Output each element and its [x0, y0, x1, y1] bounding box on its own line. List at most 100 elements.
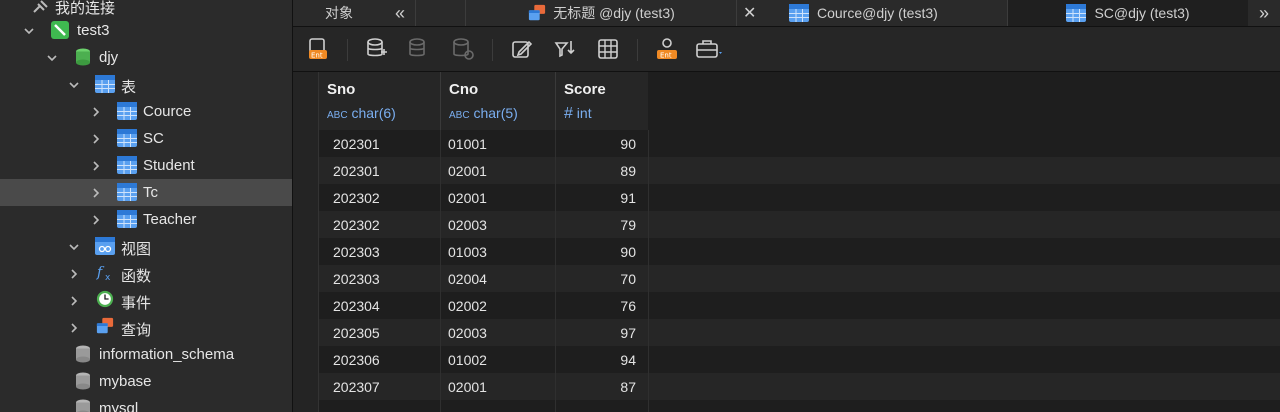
data-grid: Sno ABC char(6) Cno ABC char(5) Score # …: [293, 72, 1280, 412]
column-header-sno[interactable]: Sno ABC char(6): [319, 72, 441, 130]
chevron-right-icon[interactable]: [89, 159, 103, 173]
tree-item-functions[interactable]: fx 函数: [0, 260, 292, 287]
tree-item-database-mysql[interactable]: mysql: [0, 395, 292, 412]
table-cell-score[interactable]: 90: [556, 136, 636, 152]
table-cell-cno[interactable]: 02001: [448, 163, 487, 179]
table-row[interactable]: 202302 02003 79: [319, 211, 1280, 238]
chevron-right-icon[interactable]: [89, 186, 103, 200]
table-cell-sno[interactable]: 202301: [333, 136, 380, 152]
tree-item-table-tc[interactable]: Tc: [0, 179, 292, 206]
tab-scroll-back-button[interactable]: «: [385, 0, 415, 26]
tree-label: mybase: [99, 373, 152, 390]
tab-untitled-query[interactable]: 无标题 @djy (test3): [466, 0, 736, 26]
close-icon[interactable]: ✕: [743, 3, 756, 23]
column-type: ABC char(5): [449, 105, 518, 121]
chevron-right-icon[interactable]: [67, 294, 81, 308]
column-type-label: char(6): [351, 105, 396, 121]
table-cell-cno[interactable]: 02001: [448, 190, 487, 206]
table-row[interactable]: 202303 02004 70: [319, 265, 1280, 292]
tree-item-table-student[interactable]: Student: [0, 152, 292, 179]
table-cell-cno[interactable]: 02003: [448, 217, 487, 233]
tree-item-database-mybase[interactable]: mybase: [0, 368, 292, 395]
chevron-right-icon[interactable]: [89, 132, 103, 146]
table-cell-cno[interactable]: 02003: [448, 325, 487, 341]
table-cell-sno[interactable]: 202304: [333, 298, 380, 314]
database-green-icon: [76, 48, 90, 66]
column-header-score[interactable]: Score # int: [556, 72, 649, 130]
tree-item-table-teacher[interactable]: Teacher: [0, 206, 292, 233]
tree-item-views[interactable]: 视图: [0, 233, 292, 260]
table-cell-cno[interactable]: 02002: [448, 298, 487, 314]
tab-objects[interactable]: 对象: [293, 0, 385, 26]
chevron-right-icon[interactable]: [89, 105, 103, 119]
tree-item-connection-test3[interactable]: test3: [0, 17, 292, 44]
tree-item-database-djy[interactable]: djy: [0, 44, 292, 71]
table-row[interactable]: 202301 01001 90: [319, 130, 1280, 157]
db-refresh-icon[interactable]: [451, 37, 475, 61]
tree-label: SC: [143, 130, 164, 147]
table-cell-sno[interactable]: 202303: [333, 244, 380, 260]
table-cell-score[interactable]: 94: [556, 352, 636, 368]
grid-icon[interactable]: [596, 37, 620, 61]
table-cell-cno[interactable]: 01002: [448, 352, 487, 368]
table-cell-score[interactable]: 89: [556, 163, 636, 179]
table-cell-sno[interactable]: 202307: [333, 379, 380, 395]
table-row[interactable]: 202301 02001 89: [319, 157, 1280, 184]
table-cell-score[interactable]: 79: [556, 217, 636, 233]
tab-bar: 对象 « 无标题 @djy (test3) ✕ Cource@djy (test…: [293, 0, 1280, 27]
db-icon[interactable]: [365, 37, 389, 61]
tab-cource[interactable]: ✕ Cource@djy (test3): [737, 0, 1007, 26]
table-icon: [117, 102, 137, 120]
table-cell-sno[interactable]: 202302: [333, 217, 380, 233]
table-row[interactable]: 202303 01003 90: [319, 238, 1280, 265]
tree-label: Tc: [143, 184, 158, 201]
chevron-down-icon[interactable]: [45, 51, 59, 65]
filter-sort-icon[interactable]: [553, 37, 577, 61]
table-cell-score[interactable]: 76: [556, 298, 636, 314]
tree-item-table-cource[interactable]: Cource: [0, 98, 292, 125]
table-cell-score[interactable]: 90: [556, 244, 636, 260]
ent-icon[interactable]: Ent: [307, 37, 331, 61]
tree-item-database-information-schema[interactable]: information_schema: [0, 341, 292, 368]
table-cell-sno[interactable]: 202302: [333, 190, 380, 206]
table-icon: [1066, 4, 1087, 22]
table-cell-score[interactable]: 87: [556, 379, 636, 395]
table-cell-sno[interactable]: 202301: [333, 163, 380, 179]
column-header-cno[interactable]: Cno ABC char(5): [441, 72, 556, 130]
table-row[interactable]: 202305 02003 97: [319, 319, 1280, 346]
table-row[interactable]: 202304 02002 76: [319, 292, 1280, 319]
table-cell-cno[interactable]: 02001: [448, 379, 487, 395]
table-cell-score[interactable]: 70: [556, 271, 636, 287]
tab-scroll-forward-button[interactable]: »: [1248, 0, 1280, 26]
table-row[interactable]: 202307 02001 87: [319, 373, 1280, 400]
tree-item-table-sc[interactable]: SC: [0, 125, 292, 152]
table-cell-sno[interactable]: 202306: [333, 352, 380, 368]
chevron-down-icon[interactable]: [67, 78, 81, 92]
table-row[interactable]: 202306 01002 94: [319, 346, 1280, 373]
clock-icon: [96, 290, 114, 308]
table-cell-cno[interactable]: 01003: [448, 244, 487, 260]
tree-item-queries[interactable]: 查询: [0, 314, 292, 341]
toolbar: Ent Ent: [293, 27, 1280, 72]
toolbar-separator: [347, 39, 348, 61]
table-cell-sno[interactable]: 202303: [333, 271, 380, 287]
tree-item-tables[interactable]: 表: [0, 71, 292, 98]
table-cell-score[interactable]: 91: [556, 190, 636, 206]
tree-item-events[interactable]: 事件: [0, 287, 292, 314]
chevron-down-icon[interactable]: [22, 24, 36, 38]
edit-icon[interactable]: [510, 37, 534, 61]
ent-user-icon[interactable]: Ent: [655, 37, 679, 61]
tab-sc-active[interactable]: SC@djy (test3): [1008, 0, 1248, 26]
table-cell-sno[interactable]: 202305: [333, 325, 380, 341]
table-cell-cno[interactable]: 01001: [448, 136, 487, 152]
chevron-right-icon[interactable]: [67, 267, 81, 281]
db-export-icon[interactable]: [407, 37, 431, 61]
toolbox-icon[interactable]: [695, 37, 725, 61]
tree-label: 函数: [121, 268, 152, 285]
table-row[interactable]: 202302 02001 91: [319, 184, 1280, 211]
chevron-right-icon[interactable]: [67, 321, 81, 335]
table-cell-cno[interactable]: 02004: [448, 271, 487, 287]
table-cell-score[interactable]: 97: [556, 325, 636, 341]
chevron-down-icon[interactable]: [67, 240, 81, 254]
chevron-right-icon[interactable]: [89, 213, 103, 227]
